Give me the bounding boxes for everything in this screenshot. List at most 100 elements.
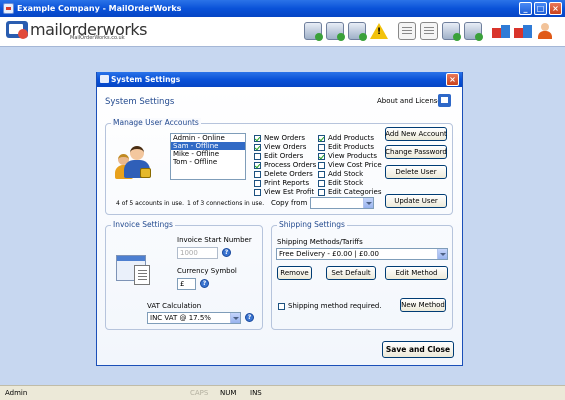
warning-icon[interactable] [370,22,388,40]
computer-settings-icon[interactable] [464,22,483,41]
status-user: Admin [5,389,28,397]
help-icon[interactable]: ? [222,248,231,257]
checkbox[interactable] [254,152,261,160]
invoice-settings-title: Invoice Settings [111,220,175,229]
perm-add-products[interactable]: Add Products [318,134,374,142]
delete-user-button[interactable]: Delete User [385,165,447,179]
perm-delete-orders[interactable]: Delete Orders [254,170,313,178]
checkbox[interactable] [318,152,325,160]
help-icon[interactable]: ? [200,279,209,288]
invoice-settings-group: Invoice Settings Invoice Start Number 10… [105,220,263,330]
perm-view-products[interactable]: View Products [318,152,377,160]
close-window-button[interactable]: × [549,2,562,15]
invoice-window-icon [116,251,154,287]
about-license-link[interactable]: About and License [377,97,442,105]
checkbox[interactable] [254,188,261,196]
dialog-titlebar: System Settings × [97,72,462,87]
toolbar-group-middle [398,22,483,41]
invoice-start-number-label: Invoice Start Number [177,236,252,244]
user-list-item[interactable]: Mike - Offline [171,150,245,158]
status-ins: INS [250,389,262,397]
status-bar: Admin CAPS NUM INS [0,385,565,400]
perm-view-cost-price[interactable]: View Cost Price [318,161,382,169]
system-settings-dialog: System Settings × System Settings About … [96,72,463,366]
checkbox[interactable] [254,161,261,169]
user-list[interactable]: Admin - Online Sam - Offline Mike - Offl… [170,133,246,180]
perm-view-est-profit[interactable]: View Est Profit [254,188,314,196]
dialog-heading: System Settings [105,97,175,107]
computer-refresh-icon[interactable] [326,22,345,41]
set-default-button[interactable]: Set Default [326,266,376,280]
perm-print-reports[interactable]: Print Reports [254,179,309,187]
checkbox[interactable] [318,170,325,178]
about-window-icon[interactable] [438,94,451,107]
perm-edit-categories[interactable]: Edit Categories [318,188,382,196]
user-list-item[interactable]: Admin - Online [171,134,245,142]
document-edit-icon[interactable] [398,22,416,40]
maximize-button[interactable]: □ [534,2,547,15]
checkbox[interactable] [278,302,285,310]
checkbox[interactable] [318,179,325,187]
new-method-button[interactable]: New Method [400,298,446,312]
window-controls: _ □ × [519,2,562,15]
dialog-close-button[interactable]: × [446,73,459,86]
add-new-account-button[interactable]: Add New Account [385,127,447,141]
perm-add-stock[interactable]: Add Stock [318,170,363,178]
currency-symbol-label: Currency Symbol [177,267,237,275]
checkbox[interactable] [254,170,261,178]
perm-process-orders[interactable]: Process Orders [254,161,316,169]
checkbox[interactable] [318,188,325,196]
user-list-item[interactable]: Tom - Offline [171,158,245,166]
computer-add-icon[interactable] [304,22,323,41]
copy-from-select[interactable] [310,197,374,209]
chevron-down-icon[interactable] [230,313,240,323]
shipping-required-option[interactable]: Shipping method required. [278,302,382,310]
user-list-item-selected[interactable]: Sam - Offline [171,142,245,150]
chevron-down-icon[interactable] [437,249,447,259]
checkbox[interactable] [254,143,261,151]
save-and-close-button[interactable]: Save and Close [382,341,454,358]
computer-search-icon[interactable] [348,22,367,41]
currency-symbol-field[interactable]: £ [177,278,196,290]
edit-method-button[interactable]: Edit Method [385,266,448,280]
help-icon[interactable]: ? [245,313,254,322]
minimize-button[interactable]: _ [519,2,532,15]
app-icon [3,3,14,14]
change-password-button[interactable]: Change Password [385,145,447,159]
checkbox[interactable] [318,134,325,142]
perm-edit-stock[interactable]: Edit Stock [318,179,363,187]
update-user-button[interactable]: Update User [385,194,447,208]
window-title: Example Company - MailOrderWorks [17,4,182,13]
people-icon[interactable] [536,22,554,40]
checkbox[interactable] [318,143,325,151]
boxes-icon[interactable] [492,22,510,40]
cube-icon[interactable] [514,22,532,40]
computer-upload-icon[interactable] [442,22,461,41]
user-accounts-group: Manage User Accounts Admin - Online Sam … [105,118,453,215]
perm-edit-orders[interactable]: Edit Orders [254,152,303,160]
connections-in-use: 1 of 3 connections in use. [187,200,265,207]
document-info-icon[interactable] [420,22,438,40]
shipping-methods-select[interactable]: Free Delivery - £0.00 | £0.00 [276,248,448,260]
remove-method-button[interactable]: Remove [277,266,312,280]
invoice-start-number-field[interactable]: 1000 [177,247,218,259]
shipping-methods-label: Shipping Methods/Tariffs [277,238,363,246]
users-lock-icon [115,146,152,180]
status-num: NUM [220,389,237,397]
copy-from-label: Copy from [271,199,308,207]
checkbox[interactable] [254,179,261,187]
toolbar-group-left [304,22,388,41]
mail-logo-icon [6,21,28,39]
shipping-settings-title: Shipping Settings [277,220,347,229]
perm-edit-products[interactable]: Edit Products [318,143,374,151]
checkbox[interactable] [254,134,261,142]
chevron-down-icon[interactable] [363,198,373,208]
accounts-in-use: 4 of 5 accounts in use. [116,200,184,207]
checkbox[interactable] [318,161,325,169]
perm-new-orders[interactable]: New Orders [254,134,305,142]
status-caps: CAPS [190,389,209,397]
perm-view-orders[interactable]: View Orders [254,143,306,151]
dialog-title: System Settings [111,75,181,84]
vat-calculation-select[interactable]: INC VAT @ 17.5% [147,312,241,324]
window-titlebar: Example Company - MailOrderWorks _ □ × [0,0,565,17]
